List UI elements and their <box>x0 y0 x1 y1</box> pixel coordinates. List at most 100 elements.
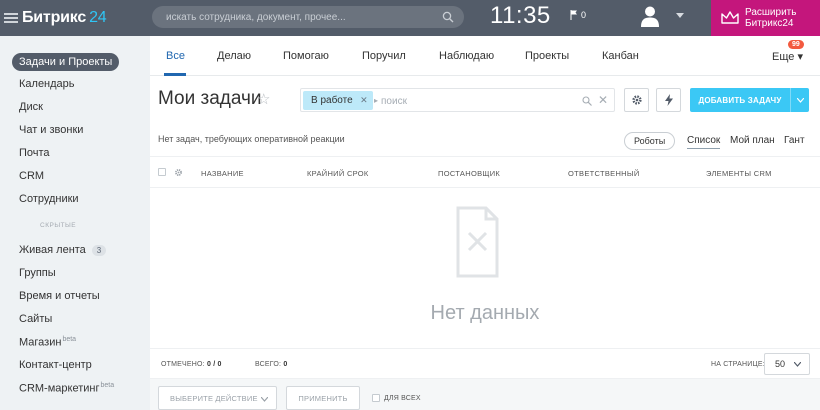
more-counter-badge: 99 <box>788 40 804 49</box>
search-input[interactable] <box>166 11 436 23</box>
sidebar-item-crm-marketing[interactable]: CRM-маркетингbeta <box>19 382 114 395</box>
chevron-down-icon <box>794 362 801 367</box>
empty-document-icon <box>456 206 499 278</box>
search-icon[interactable] <box>442 11 454 23</box>
favorite-star-icon[interactable]: ☆ <box>257 90 270 108</box>
tab-helping[interactable]: Помогаю <box>283 50 329 62</box>
total-count: ВСЕГО: 0 <box>255 361 287 368</box>
table-footer: ОТМЕЧЕНО: 0 / 0 ВСЕГО: 0 НА СТРАНИЦЕ: 50 <box>150 348 820 378</box>
sidebar-item-disk[interactable]: Диск <box>19 101 43 113</box>
settings-button[interactable] <box>624 88 649 112</box>
flag-counter[interactable]: 0 <box>570 10 586 20</box>
sidebar-hidden-divider[interactable]: СКРЫТЫЕ <box>40 222 76 229</box>
sidebar-item-feed[interactable]: Живая лента 3 <box>19 244 107 256</box>
sidebar-item-tasks[interactable]: Задачи и Проекты <box>12 53 120 71</box>
logo-accent: 24 <box>89 9 107 26</box>
tab-kanban[interactable]: Канбан <box>602 50 639 62</box>
page-title: Мои задачи <box>158 88 262 109</box>
sidebar-item-label: Группы <box>19 267 56 279</box>
column-header[interactable]: КРАЙНИЙ СРОК <box>307 169 369 178</box>
sidebar-item-label: Контакт-центр <box>19 359 92 371</box>
sidebar-item-employees[interactable]: Сотрудники <box>19 193 79 205</box>
tab-projects[interactable]: Проекты <box>525 50 569 62</box>
action-select-placeholder: ВЫБЕРИТЕ ДЕЙСТВИЕ <box>170 393 258 403</box>
sidebar-item-label: Чат и звонки <box>19 124 84 136</box>
sidebar-item-groups[interactable]: Группы <box>19 267 56 279</box>
select-all-checkbox[interactable] <box>158 168 166 176</box>
sidebar-item-contact-center[interactable]: Контакт-центр <box>19 359 92 371</box>
view-my-plan[interactable]: Мой план <box>730 135 775 146</box>
sidebar-item-label: Задачи и Проекты <box>19 56 113 68</box>
clear-filter-icon[interactable]: ✕ <box>598 93 608 107</box>
search-box[interactable] <box>152 6 464 28</box>
filter-search-input[interactable] <box>381 93 571 109</box>
sidebar-item-sites[interactable]: Сайты <box>19 313 52 325</box>
sidebar-item-label: Сотрудники <box>19 193 79 205</box>
per-page-select[interactable]: 50 <box>764 353 810 375</box>
tab-all[interactable]: Все <box>166 50 185 62</box>
sidebar-item-label: Диск <box>19 101 43 113</box>
sidebar-item-time[interactable]: Время и отчеты <box>19 290 100 302</box>
chevron-down-icon <box>796 97 804 103</box>
per-page-value: 50 <box>775 359 786 369</box>
top-bar: Битрикс24 11:35 0 Расширить Битрикс24 <box>0 0 820 36</box>
add-task-dropdown[interactable] <box>791 97 809 103</box>
sidebar-item-crm[interactable]: CRM <box>19 170 44 182</box>
notice-text: Нет задач, требующих оперативной реакции <box>158 134 345 144</box>
sidebar-item-label: Сайты <box>19 313 53 325</box>
tab-doing[interactable]: Делаю <box>217 50 251 62</box>
filter-search[interactable]: В работе ✕ ▸ ✕ <box>300 88 615 112</box>
sidebar-item-mail[interactable]: Почта <box>19 147 50 159</box>
sidebar: Задачи и Проекты Календарь Диск Чат и зв… <box>0 36 150 410</box>
upgrade-label: Расширить Битрикс24 <box>745 7 797 29</box>
upgrade-button[interactable]: Расширить Битрикс24 <box>711 0 820 36</box>
for-all-label: ДЛЯ ВСЕХ <box>384 394 421 402</box>
crown-icon <box>721 11 739 24</box>
automation-button[interactable] <box>656 88 681 112</box>
column-header[interactable]: НАЗВАНИЕ <box>201 169 244 178</box>
sidebar-item-calendar[interactable]: Календарь <box>19 78 75 90</box>
sidebar-item-label: CRM-маркетинг <box>19 382 100 395</box>
for-all-option[interactable]: ДЛЯ ВСЕХ <box>372 394 421 402</box>
robots-button[interactable]: Роботы <box>624 132 676 150</box>
add-task-button[interactable]: ДОБАВИТЬ ЗАДАЧУ <box>690 88 809 112</box>
sidebar-item-chat[interactable]: Чат и звонки <box>19 124 83 136</box>
more-tabs-button[interactable]: Еще ▾ <box>772 50 803 63</box>
beta-label: beta <box>100 382 115 389</box>
menu-icon[interactable] <box>4 13 18 23</box>
total-value: 0 <box>283 361 288 368</box>
selected-value: 0 / 0 <box>206 361 222 368</box>
main-panel: Все Делаю Помогаю Поручил Наблюдаю Проек… <box>150 36 820 410</box>
chevron-down-icon[interactable] <box>676 13 684 19</box>
tab-assigned[interactable]: Поручил <box>362 50 406 62</box>
column-header[interactable]: ЭЛЕМЕНТЫ CRM <box>706 169 772 178</box>
logo-text: Битрикс <box>22 9 87 26</box>
filter-chip-label: В работе <box>311 95 353 106</box>
lightning-icon <box>664 94 673 106</box>
beta-label: beta <box>62 336 77 343</box>
view-list[interactable]: Список <box>687 135 721 149</box>
sidebar-item-label: Почта <box>19 147 50 159</box>
sidebar-item-label: Календарь <box>19 78 75 90</box>
action-select[interactable]: ВЫБЕРИТЕ ДЕЙСТВИЕ <box>158 386 277 410</box>
sidebar-item-shop[interactable]: Магазинbeta <box>19 336 76 349</box>
arrow-right-icon: ▸ <box>374 96 379 105</box>
counter-badge: 3 <box>91 244 107 256</box>
chip-remove-icon[interactable]: ✕ <box>360 95 368 106</box>
empty-state-text: Нет данных <box>430 302 540 324</box>
logo[interactable]: Битрикс 24 <box>22 9 107 27</box>
gear-icon[interactable] <box>174 168 183 177</box>
group-actions-panel: ВЫБЕРИТЕ ДЕЙСТВИЕ ПРИМЕНИТЬ ДЛЯ ВСЕХ <box>150 378 820 410</box>
sidebar-item-label: Магазин <box>19 336 62 349</box>
view-gantt[interactable]: Гант <box>784 135 805 146</box>
column-header[interactable]: ОТВЕТСТВЕННЫЙ <box>568 169 640 178</box>
tab-watching[interactable]: Наблюдаю <box>439 50 494 62</box>
user-avatar-icon[interactable] <box>640 5 660 27</box>
table-header: НАЗВАНИЕ КРАЙНИЙ СРОК ПОСТАНОВЩИК ОТВЕТС… <box>150 156 820 188</box>
column-header[interactable]: ПОСТАНОВЩИК <box>438 169 500 178</box>
filter-chip[interactable]: В работе ✕ <box>303 91 373 110</box>
apply-button[interactable]: ПРИМЕНИТЬ <box>286 386 360 410</box>
clock[interactable]: 11:35 <box>490 2 551 30</box>
search-icon[interactable] <box>582 96 592 106</box>
for-all-checkbox[interactable] <box>372 394 380 402</box>
